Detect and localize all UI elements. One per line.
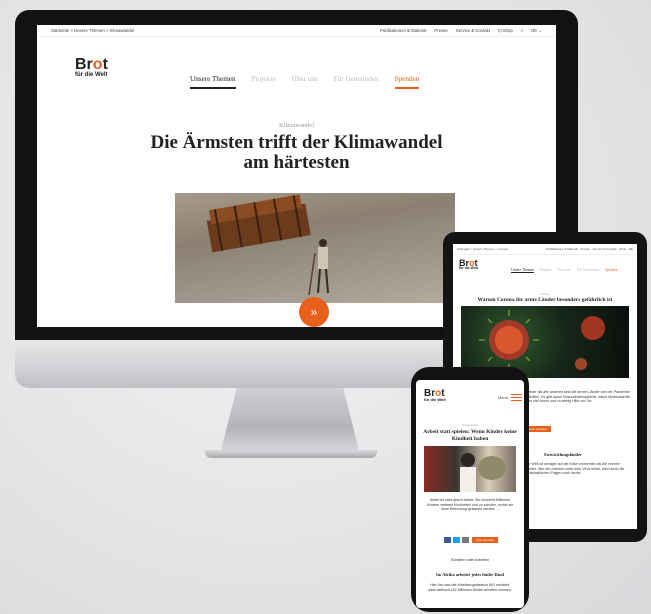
phone-screen: Brot für die Welt Menü Kinderarbeit Arbe…	[416, 380, 524, 608]
wrecked-boat	[206, 194, 311, 253]
phone-notch	[445, 367, 495, 377]
nav-projekte[interactable]: Projekte	[252, 75, 276, 89]
shop-link[interactable]: ⊡ Shop	[498, 28, 513, 34]
twitter-icon[interactable]	[453, 537, 460, 543]
phone-section-label: Schlafen oder Arbeiten	[450, 558, 490, 562]
tablet-nav-projekte[interactable]: Projekte	[540, 268, 552, 273]
language-select[interactable]: DE ⌄	[531, 28, 542, 34]
tablet-body-text: Stärker als alle anderen sind die armen …	[525, 390, 631, 403]
tablet-headline: Warum Corona für arme Länder besonders g…	[477, 297, 613, 303]
chevron-down-icon: ⌄	[538, 27, 542, 33]
nav-ueber-uns[interactable]: Über uns	[292, 75, 318, 89]
article-headline: Die Ärmsten trifft der Klimawandel am hä…	[150, 132, 443, 173]
nav-spenden[interactable]: Spenden	[394, 75, 420, 89]
link-publikationen[interactable]: Publikationen & Material	[380, 28, 426, 33]
phone-body-text-2: Hier hat man die Arbeitsorganisation IAO…	[428, 583, 512, 592]
hamburger-icon	[511, 394, 523, 401]
nav-fuer-gemeinden[interactable]: Für Gemeinden	[334, 75, 379, 89]
phone-article-image	[424, 446, 516, 492]
link-service[interactable]: Service & Kontakt	[456, 28, 490, 33]
phone-device: Brot für die Welt Menü Kinderarbeit Arbe…	[411, 367, 529, 612]
link-presse[interactable]: Presse	[434, 28, 447, 33]
tablet-nav-spenden[interactable]: Spenden	[605, 268, 617, 273]
tablet-nav-themen[interactable]: Unsere Themen	[511, 268, 534, 273]
utility-bar: Startseite > Unsere Themen > Klimawandel…	[37, 25, 556, 37]
breadcrumb[interactable]: Startseite > Unsere Themen > Klimawandel	[51, 28, 134, 33]
tablet-kicker: Corona	[540, 292, 550, 296]
facebook-icon[interactable]	[444, 537, 451, 543]
phone-subhead: Im Afrika arbeitet jedes fünfte Kind	[436, 572, 504, 577]
chevrons-down-icon: »	[310, 305, 318, 319]
tablet-nav: Unsere Themen Projekte Über uns Für Geme…	[511, 268, 618, 273]
tablet-utility-bar: Startseite > Unsere Themen > Corona Publ…	[453, 244, 637, 255]
scroll-down-button[interactable]: »	[299, 297, 329, 327]
cart-icon: ⊡	[497, 27, 502, 33]
tablet-body-text-2: Die Welt ist weniger auf die Krise vorbe…	[525, 462, 625, 475]
hero-image	[175, 193, 455, 303]
tablet-logo[interactable]: Brot für die Welt	[459, 259, 478, 270]
phone-kicker: Kinderarbeit	[462, 423, 478, 427]
phone-body-text: Arbeit ist nicht gleich Arbeit. Sie verw…	[426, 498, 514, 512]
phone-donate-button[interactable]: Jetzt spenden	[472, 537, 498, 543]
mail-icon[interactable]	[462, 537, 469, 543]
monitor-foot	[205, 450, 377, 458]
monitor-stand	[220, 388, 360, 454]
share-buttons	[444, 537, 469, 543]
person-figure	[308, 239, 329, 296]
phone-headline: Arbeit statt spielen: Wenn Kinder keine …	[423, 429, 517, 442]
brand-logo[interactable]: Brot für die Welt	[75, 57, 108, 78]
nav-unsere-themen[interactable]: Unsere Themen	[190, 75, 236, 89]
tablet-nav-gemeinden[interactable]: Für Gemeinden	[577, 268, 599, 273]
phone-menu-button[interactable]: Menü	[498, 394, 523, 401]
article-kicker: Klimawandel	[278, 122, 315, 129]
search-icon[interactable]: ⌕	[521, 28, 523, 33]
tablet-nav-ueber-uns[interactable]: Über uns	[558, 268, 571, 273]
phone-logo[interactable]: Brot für die Welt	[424, 389, 446, 402]
main-nav: Unsere Themen Projekte Über uns Für Geme…	[190, 75, 420, 89]
